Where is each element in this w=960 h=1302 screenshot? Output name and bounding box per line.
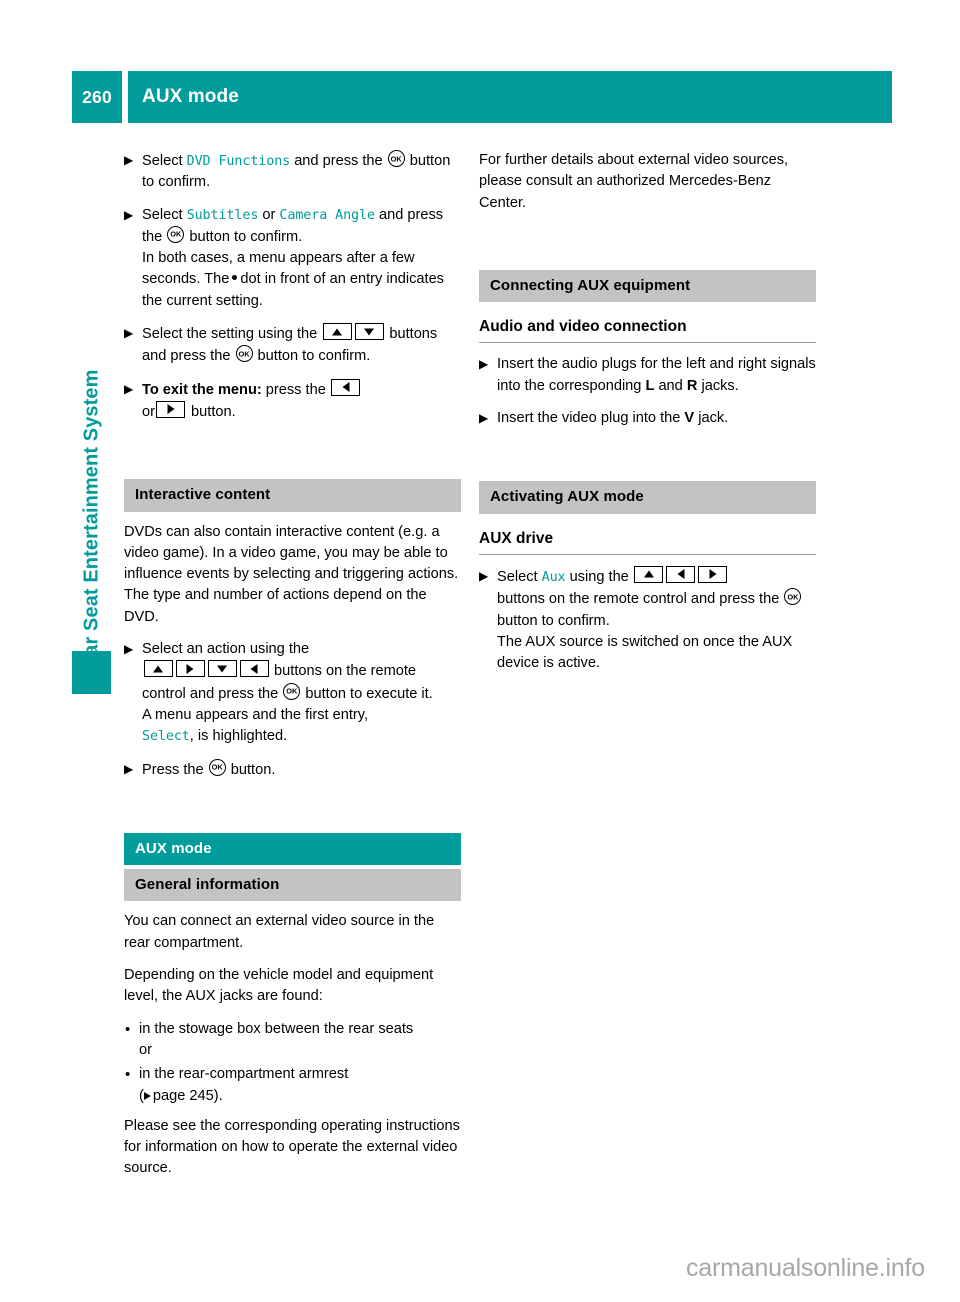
ok-button-icon (387, 150, 405, 167)
subsection-heading-general-information: General information (124, 869, 461, 902)
step-press-ok: ▶ Press the button. (124, 758, 461, 781)
step-arrow-icon: ▶ (479, 411, 489, 426)
ok-button-icon (283, 682, 301, 700)
ok-button-icon (208, 758, 226, 776)
list-item: • in the rear-compartment armrest (page … (125, 1066, 349, 1104)
page-reference-icon (143, 1091, 151, 1100)
aux-paragraph-2: Depending on the vehicle model and equip… (124, 967, 434, 1005)
step-dvd-functions: ▶ Select DVD Functions and press the but… (124, 150, 461, 194)
step-arrow-icon: ▶ (124, 761, 134, 776)
menu-item-subtitles: Subtitles (186, 207, 259, 223)
step-arrow-icon: ▶ (479, 568, 489, 583)
jack-label-r: R (686, 377, 698, 394)
menu-item-dvd-functions: DVD Functions (186, 154, 291, 169)
arrow-up-button-icon (634, 565, 664, 583)
page-number: 260 (72, 71, 122, 123)
step-select-setting: ▶ Select the setting using the buttons a… (124, 323, 461, 368)
selection-dot-icon (232, 275, 238, 281)
ok-button-icon (784, 588, 802, 606)
menu-item-camera-angle: Camera Angle (279, 207, 375, 223)
subsection-heading-audio-video: Audio and video connection (479, 316, 816, 344)
step-exit-menu: ▶ To exit the menu: press the or button. (124, 378, 461, 424)
page-reference: page 245 (152, 1087, 214, 1104)
arrow-right-button-icon (698, 565, 728, 583)
right-column: For further details about external video… (479, 150, 816, 685)
section-heading-interactive-content: Interactive content (124, 479, 461, 512)
section-heading-connecting-aux: Connecting AUX equipment (479, 269, 816, 303)
step-bold-label: To exit the menu: (142, 381, 262, 398)
page-header: 260 AUX mode (72, 71, 892, 123)
step-note: In both cases, a menu appears after a fe… (142, 250, 444, 309)
arrow-left-button-icon (666, 565, 696, 583)
chapter-label: Rear Seat Entertainment System (80, 369, 103, 682)
arrow-up-button-icon (322, 323, 352, 341)
ok-button-icon (235, 345, 253, 363)
step-select-aux: ▶ Select Aux using the buttons on the re… (479, 565, 816, 674)
bullet-icon: • (125, 1066, 131, 1084)
step-insert-video-plug: ▶ Insert the video plug into the V jack. (479, 408, 816, 429)
step-arrow-icon: ▶ (124, 642, 134, 657)
step-select-action: ▶ Select an action using the buttons on … (124, 639, 461, 747)
step-arrow-icon: ▶ (124, 207, 134, 222)
step-arrow-icon: ▶ (479, 357, 489, 372)
section-heading-aux-mode: AUX mode (124, 832, 461, 866)
arrow-up-button-icon (143, 660, 173, 678)
step-arrow-icon: ▶ (124, 153, 134, 167)
arrow-left-button-icon (239, 660, 269, 678)
subsection-heading-aux-drive: AUX drive (479, 528, 816, 555)
arrow-down-button-icon (354, 323, 384, 341)
section-heading-activating-aux: Activating AUX mode (479, 481, 816, 514)
menu-item-aux: Aux (541, 569, 566, 585)
menu-item-select: Select (142, 729, 190, 745)
page-title-bar: AUX mode (128, 71, 892, 123)
step-arrow-icon: ▶ (124, 326, 134, 341)
left-column: ▶ Select DVD Functions and press the but… (124, 150, 461, 1180)
jack-label-v: V (684, 410, 695, 427)
intro-paragraph: For further details about external video… (479, 152, 789, 211)
interactive-content-paragraph: DVDs can also contain interactive conten… (124, 523, 459, 625)
aux-paragraph-3: Please see the corresponding operating i… (124, 1117, 460, 1177)
ok-button-icon (167, 225, 185, 243)
arrow-right-button-icon (156, 400, 186, 418)
list-item: • in the stowage box between the rear se… (125, 1020, 414, 1058)
page-title: AUX mode (142, 86, 239, 107)
step-arrow-icon: ▶ (124, 381, 134, 396)
chapter-sidebar: Rear Seat Entertainment System (72, 270, 112, 700)
chapter-marker (72, 651, 111, 694)
step-subtitles-camera-angle: ▶ Select Subtitles or Camera Angle and p… (124, 205, 461, 312)
arrow-down-button-icon (207, 660, 237, 678)
arrow-left-button-icon (331, 378, 361, 396)
aux-paragraph-1: You can connect an external video source… (124, 913, 435, 951)
bullet-icon: • (125, 1020, 131, 1038)
step-insert-audio-plugs: ▶ Insert the audio plugs for the left an… (479, 356, 816, 394)
arrow-right-button-icon (175, 660, 205, 678)
watermark: carmanualsonline.info (686, 1254, 926, 1282)
